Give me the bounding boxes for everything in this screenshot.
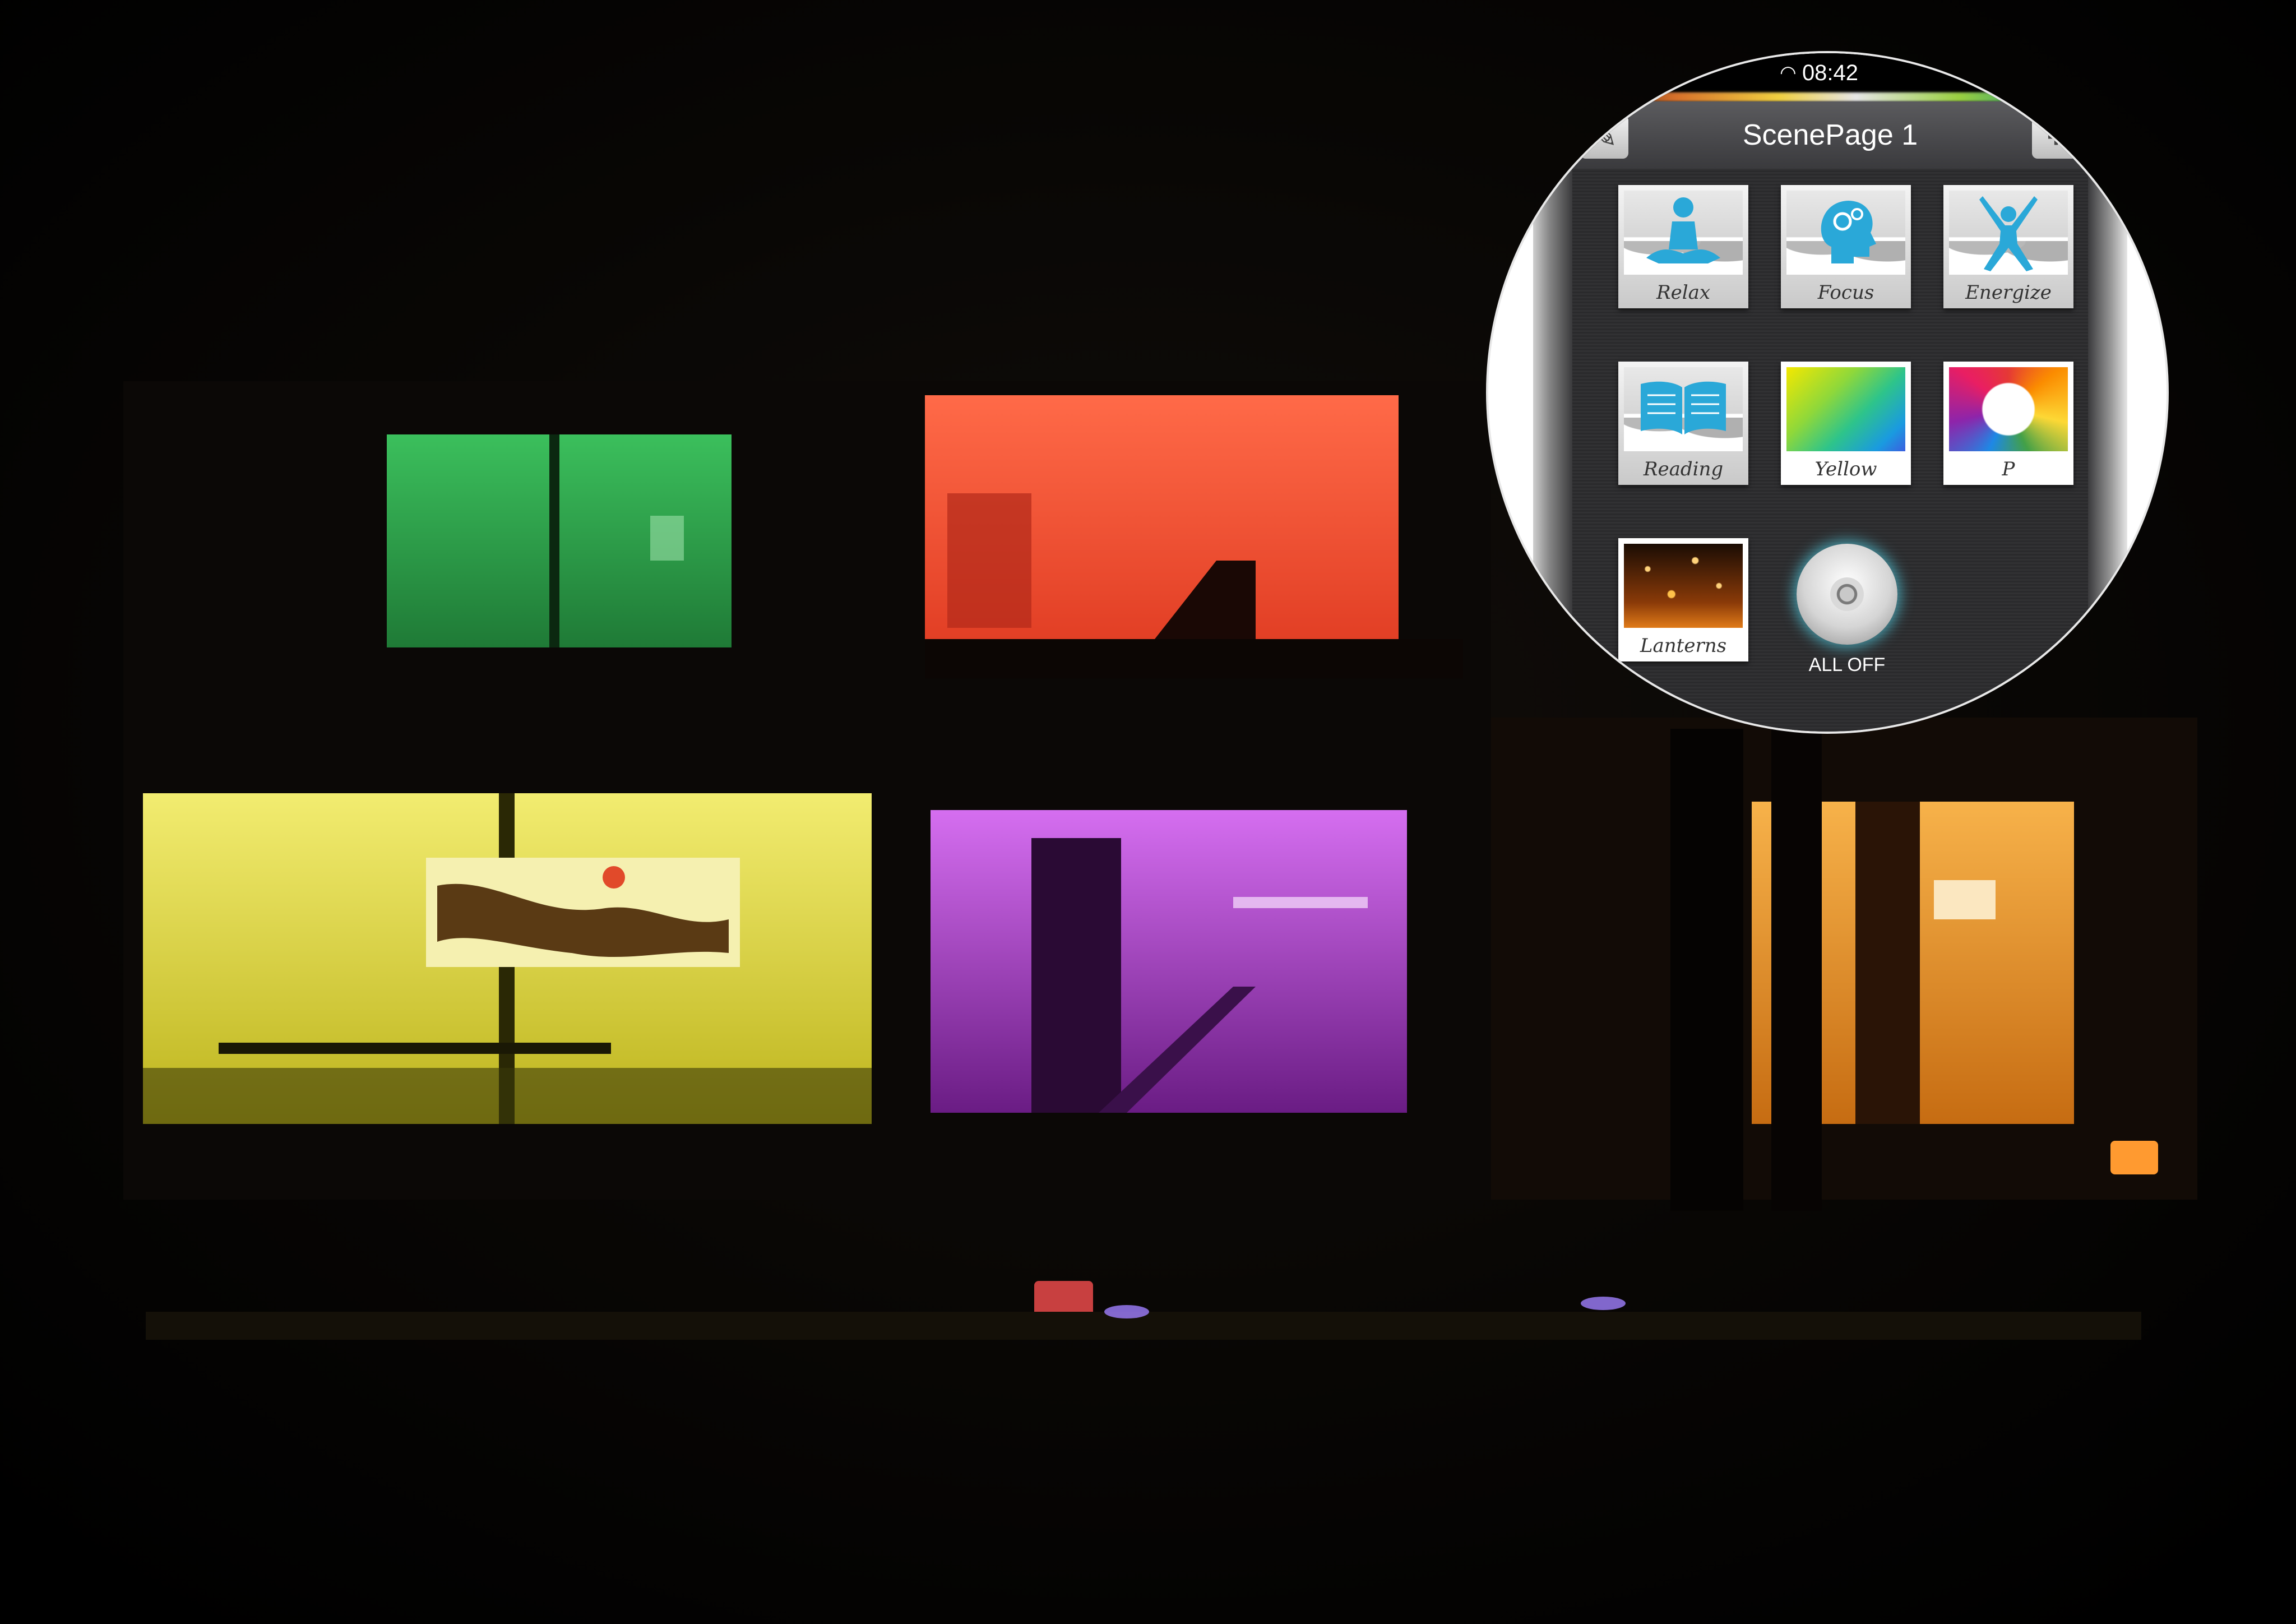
- all-off-label: ALL OFF: [1808, 654, 1886, 675]
- scene-label: Reading: [1643, 458, 1724, 480]
- scene-label: P: [2002, 458, 2015, 480]
- scene-label: Yellow: [1814, 458, 1877, 480]
- app-screen: ◠ 08:42 ✎ ScenePage 1 + Relax Focus Ener…: [1572, 53, 2088, 732]
- app-magnifier: ◠ 08:42 ✎ ScenePage 1 + Relax Focus Ener…: [1488, 53, 2167, 732]
- status-bar: ◠ 08:42: [1572, 53, 2088, 92]
- lanterns-photo-icon: [1624, 544, 1743, 628]
- scene-tile-lanterns[interactable]: Lanterns: [1618, 538, 1748, 661]
- phone-bezel: [1533, 53, 1572, 732]
- scene-tile-relax[interactable]: Relax: [1618, 185, 1748, 308]
- red-window: [925, 395, 1463, 678]
- colored-pencils-icon: [1949, 367, 2068, 451]
- scene-label: Focus: [1817, 281, 1874, 304]
- phone: ◠ 08:42 ✎ ScenePage 1 + Relax Focus Ener…: [1533, 53, 2127, 732]
- green-window: [387, 434, 732, 647]
- scene-tile-yellow[interactable]: Yellow: [1781, 362, 1911, 485]
- meditation-icon: [1646, 197, 1720, 263]
- nav-bar: ✎ ScenePage 1 +: [1572, 101, 2088, 169]
- status-time: 08:42: [1802, 61, 1859, 85]
- jumping-person-icon: [1979, 196, 2038, 271]
- purple-window: [931, 810, 1407, 1113]
- scene-label: Relax: [1656, 281, 1711, 304]
- color-gradient-icon: [1786, 367, 1905, 451]
- scene-label: Lanterns: [1640, 635, 1727, 657]
- phone-bezel: [2088, 53, 2127, 732]
- scene-tile-energize[interactable]: Energize: [1943, 185, 2073, 308]
- scene-tile-reading[interactable]: Reading: [1618, 362, 1748, 485]
- plus-icon: +: [2047, 119, 2066, 154]
- add-button[interactable]: +: [2032, 115, 2080, 159]
- head-gears-icon: [1821, 201, 1876, 263]
- color-strip: [1572, 92, 2088, 101]
- power-icon: [1830, 577, 1864, 611]
- orange-lantern: [2110, 1141, 2158, 1174]
- scene-tile-p[interactable]: P: [1943, 362, 2073, 485]
- all-off-button[interactable]: [1797, 544, 1897, 645]
- yellow-window: [143, 793, 872, 1124]
- scene-label: Energize: [1965, 281, 2052, 304]
- open-book-icon: [1641, 381, 1726, 434]
- page-title: ScenePage 1: [1742, 119, 1918, 151]
- scene-tile-focus[interactable]: Focus: [1781, 185, 1911, 308]
